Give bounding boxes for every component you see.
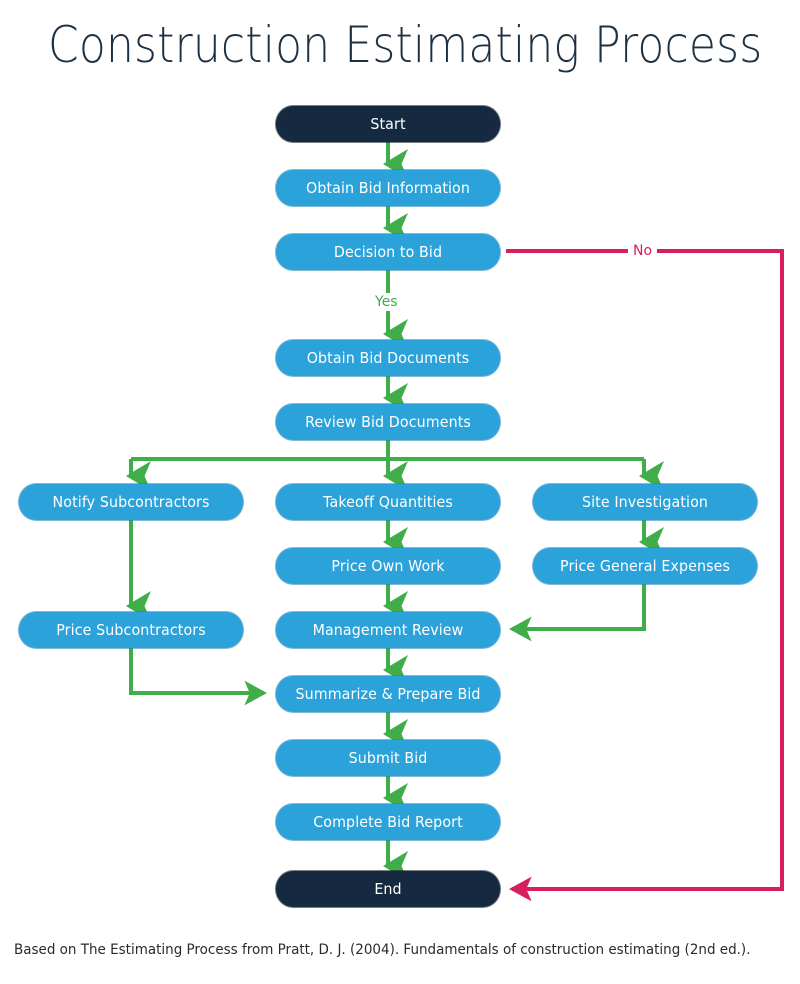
infographic-canvas: Construction Estimating Process Yes No S… (0, 0, 800, 984)
edge-price-general-to-mgmt-review (508, 584, 646, 642)
node-decision-to-bid[interactable]: Decision to Bid (275, 234, 501, 270)
edge-label-yes: Yes (370, 293, 403, 311)
node-obtain-bid-documents[interactable]: Obtain Bid Documents (275, 340, 501, 376)
node-start[interactable]: Start (275, 106, 501, 142)
node-price-general-expenses[interactable]: Price General Expenses (532, 548, 758, 584)
node-complete-bid-report[interactable]: Complete Bid Report (275, 804, 501, 840)
node-obtain-bid-information[interactable]: Obtain Bid Information (275, 170, 501, 206)
node-price-own-work[interactable]: Price Own Work (275, 548, 501, 584)
page-title: Construction Estimating Process (48, 16, 763, 74)
node-end[interactable]: End (275, 871, 501, 907)
node-management-review[interactable]: Management Review (275, 612, 501, 648)
node-summarize-and-prepare-bid[interactable]: Summarize & Prepare Bid (275, 676, 501, 712)
node-submit-bid[interactable]: Submit Bid (275, 740, 501, 776)
edge-label-no: No (628, 242, 658, 260)
edge-price-subs-to-summarize (129, 648, 268, 706)
node-review-bid-documents[interactable]: Review Bid Documents (275, 404, 501, 440)
node-price-subcontractors[interactable]: Price Subcontractors (18, 612, 244, 648)
node-takeoff-quantities[interactable]: Takeoff Quantities (275, 484, 501, 520)
flow-branch-group (126, 440, 664, 491)
node-site-investigation[interactable]: Site Investigation (532, 484, 758, 520)
node-notify-subcontractors[interactable]: Notify Subcontractors (18, 484, 244, 520)
source-attribution-note: Based on The Estimating Process from Pra… (14, 942, 751, 958)
